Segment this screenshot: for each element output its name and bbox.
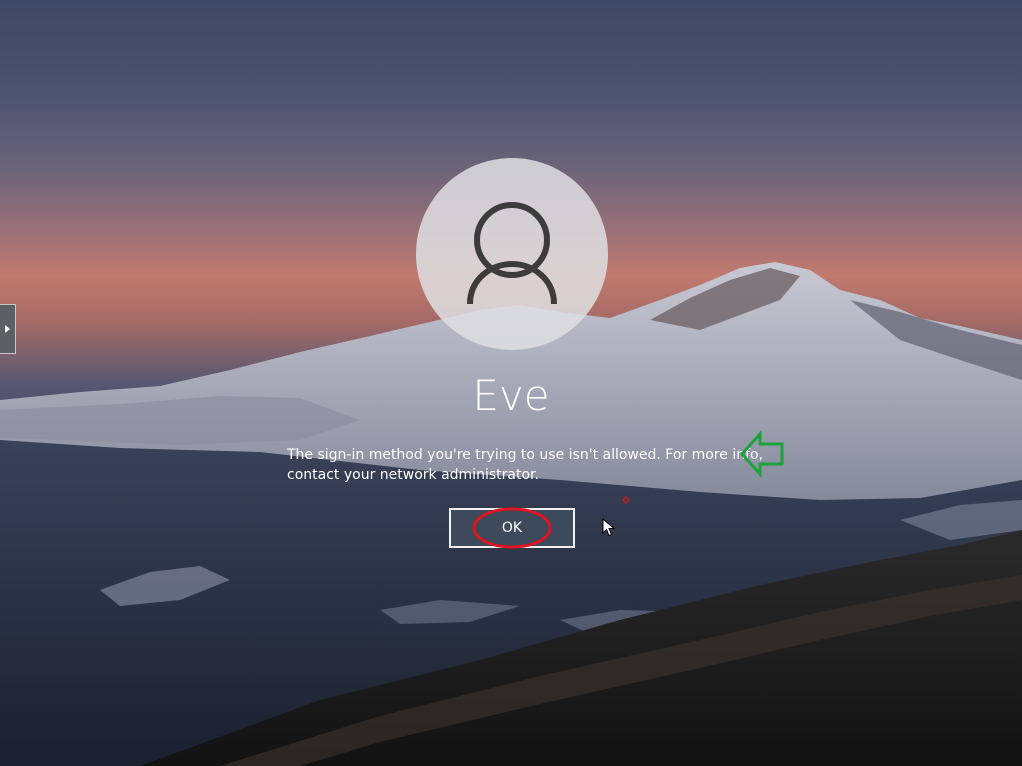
- user-name: Eve: [472, 371, 550, 420]
- user-silhouette-icon: [467, 202, 557, 305]
- expand-arrow-icon: [5, 325, 10, 333]
- error-message-line-1: The sign-in method you're trying to use …: [287, 447, 764, 463]
- side-expand-handle[interactable]: [0, 304, 16, 354]
- mouse-pointer-icon: [602, 518, 616, 537]
- user-avatar: [416, 158, 608, 350]
- error-message-line-2: contact your network administrator.: [287, 467, 539, 483]
- lock-screen: Eve The sign-in method you're trying to …: [0, 0, 1022, 766]
- ok-button[interactable]: OK: [449, 508, 575, 548]
- sign-in-error-message: The sign-in method you're trying to use …: [287, 445, 764, 485]
